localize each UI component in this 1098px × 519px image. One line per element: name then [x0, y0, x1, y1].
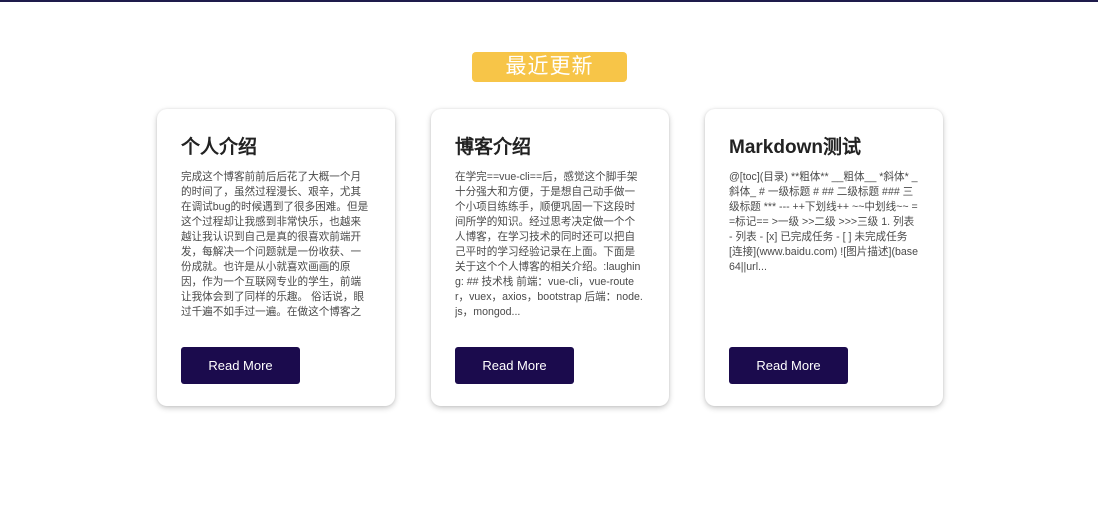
read-more-button[interactable]: Read More — [455, 347, 574, 384]
post-card-list: 个人介绍 完成这个博客前前后后花了大概一个月的时间了，虽然过程漫长、艰辛，尤其在… — [157, 109, 943, 406]
top-divider — [0, 0, 1098, 2]
post-excerpt: 在学完==vue-cli==后，感觉这个脚手架十分强大和方便，于是想自己动手做一… — [455, 171, 643, 318]
post-excerpt: @[toc](目录) **粗体** __粗体__ *斜体* _斜体_ # 一级标… — [729, 171, 918, 273]
post-title[interactable]: Markdown测试 — [729, 136, 919, 160]
post-card: Markdown测试 @[toc](目录) **粗体** __粗体__ *斜体*… — [705, 109, 943, 406]
post-card: 个人介绍 完成这个博客前前后后花了大概一个月的时间了，虽然过程漫长、艰辛，尤其在… — [157, 109, 395, 406]
read-more-button[interactable]: Read More — [181, 347, 300, 384]
read-more-button[interactable]: Read More — [729, 347, 848, 384]
post-card: 博客介绍 在学完==vue-cli==后，感觉这个脚手架十分强大和方便，于是想自… — [431, 109, 669, 406]
post-excerpt: 完成这个博客前前后后花了大概一个月的时间了，虽然过程漫长、艰辛，尤其在调试bug… — [181, 171, 369, 318]
section-title-badge: 最近更新 — [472, 52, 627, 82]
post-title[interactable]: 博客介绍 — [455, 136, 645, 160]
post-title[interactable]: 个人介绍 — [181, 136, 371, 160]
